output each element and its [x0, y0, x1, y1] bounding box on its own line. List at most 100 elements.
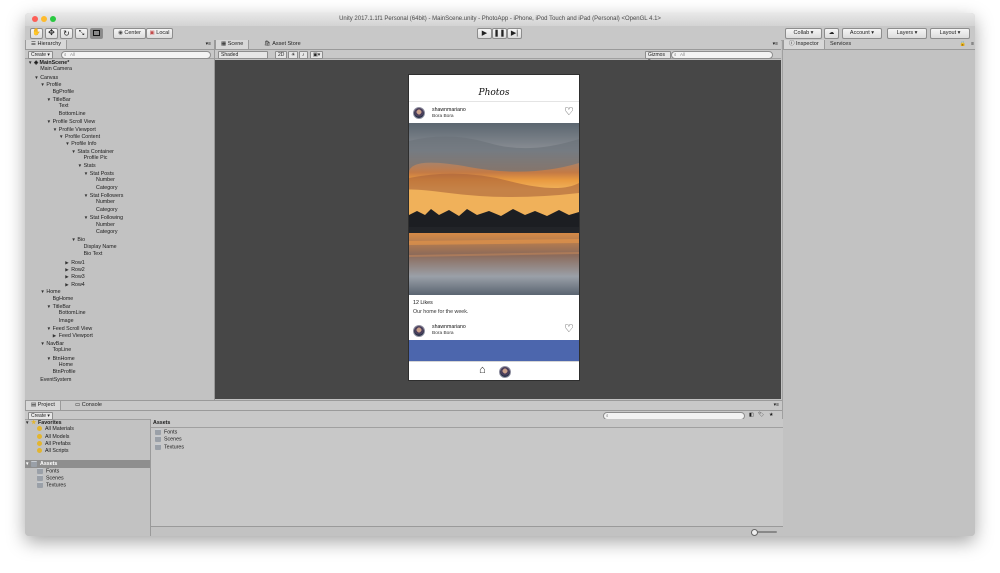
mode-2d-toggle[interactable]: 2D [275, 51, 288, 59]
hierarchy-item[interactable]: Main Camera [25, 66, 213, 73]
hierarchy-item[interactable]: Number [25, 177, 213, 184]
hierarchy-item[interactable]: ▶ Row4 [25, 281, 213, 288]
hierarchy-item[interactable]: Display Name [25, 244, 213, 251]
hierarchy-item[interactable]: Number [25, 199, 213, 206]
inspector-lock-icon[interactable]: 🔒 [960, 41, 966, 47]
hierarchy-item[interactable]: Home [25, 362, 213, 369]
scale-tool-button[interactable]: ⤡ [75, 28, 88, 39]
rect-tool-button[interactable] [90, 28, 103, 39]
hierarchy-item[interactable]: ▼ Home [25, 288, 213, 295]
hierarchy-item[interactable]: ▼ Feed Scroll View [25, 325, 213, 332]
hierarchy-item[interactable]: Category [25, 207, 213, 214]
hierarchy-item[interactable]: ▶ Row3 [25, 273, 213, 280]
gizmos-dropdown[interactable]: Gizmos ▾ [645, 51, 671, 64]
tab-inspector[interactable]: ⓘ Inspector [783, 40, 825, 49]
inspector-menu-icon[interactable]: ≡ [971, 41, 974, 47]
home-icon[interactable]: ⌂ [479, 365, 486, 376]
hierarchy-create-dropdown[interactable]: Create ▾ [28, 51, 53, 59]
hierarchy-item[interactable]: ▼ Profile Viewport [25, 126, 213, 133]
tab-asset-store[interactable]: 🛍 Asset Store [259, 40, 306, 49]
tab-project[interactable]: ▤ Project [25, 401, 61, 410]
lighting-toggle[interactable]: ☀ [288, 51, 299, 59]
hierarchy-item[interactable]: BgProfile [25, 89, 213, 96]
favorite-star-icon[interactable]: ★ [769, 412, 773, 418]
hierarchy-item[interactable]: Category [25, 229, 213, 236]
asset-folder[interactable]: Textures [25, 482, 150, 489]
hierarchy-item[interactable]: BottomLine [25, 310, 213, 317]
shading-mode-dropdown[interactable]: Shaded [218, 51, 268, 59]
hierarchy-item[interactable]: ▼ Canvas [25, 74, 213, 81]
grid-folder[interactable]: Scenes [155, 436, 184, 443]
hierarchy-item[interactable]: ▼ Profile Scroll View [25, 118, 213, 125]
hierarchy-item[interactable]: BottomLine [25, 111, 213, 118]
hierarchy-item[interactable]: Image [25, 318, 213, 325]
hierarchy-item[interactable]: ▼ Profile Info [25, 140, 213, 147]
collab-dropdown[interactable]: Collab ▾ [785, 28, 822, 39]
hierarchy-item[interactable]: Bio Text [25, 251, 213, 258]
pause-button[interactable]: ❚❚ [492, 28, 507, 39]
pivot-local-button[interactable]: ▣ Local [146, 28, 173, 39]
hierarchy-item[interactable]: Category [25, 185, 213, 192]
profile-avatar-icon[interactable] [499, 366, 511, 378]
project-menu-icon[interactable]: ▾≡ [774, 402, 779, 408]
account-dropdown[interactable]: Account ▾ [842, 28, 882, 39]
filter-type-icon[interactable]: ◧ [749, 412, 754, 418]
hierarchy-item[interactable]: TopLine [25, 347, 213, 354]
hierarchy-item[interactable]: ▶ Feed Viewport [25, 332, 213, 339]
step-button[interactable]: ▶| [507, 28, 522, 39]
hierarchy-item[interactable]: ▼ Stat Posts [25, 170, 213, 177]
audio-toggle[interactable]: ♪ [299, 51, 308, 59]
hand-tool-button[interactable]: ✋ [30, 28, 43, 39]
rotate-tool-button[interactable]: ↻ [60, 28, 73, 39]
hierarchy-search-input[interactable]: ⌕ All [61, 51, 211, 59]
scene-panel-menu-icon[interactable]: ▾≡ [773, 41, 778, 47]
hierarchy-item[interactable]: ▼ Stat Followers [25, 192, 213, 199]
slider-thumb[interactable] [751, 529, 758, 536]
hierarchy-item[interactable]: BtnProfile [25, 369, 213, 376]
heart-icon[interactable]: ♡ [564, 107, 574, 118]
layout-dropdown[interactable]: Layout ▾ [930, 28, 970, 39]
hierarchy-item[interactable]: Number [25, 222, 213, 229]
assets-root-row[interactable]: ▼ Assets [25, 460, 150, 468]
cloud-button[interactable]: ☁ [824, 28, 839, 39]
grid-folder[interactable]: Fonts [155, 429, 184, 436]
hierarchy-item[interactable]: ▼ Stats [25, 162, 213, 169]
hierarchy-item[interactable]: ▼ Profile [25, 81, 213, 88]
layers-dropdown[interactable]: Layers ▾ [887, 28, 927, 39]
favorite-item[interactable]: All Scripts [25, 448, 150, 455]
play-button[interactable]: ▶ [477, 28, 492, 39]
filter-label-icon[interactable]: 🏷 [758, 412, 764, 418]
hierarchy-item[interactable]: ▼ TitleBar [25, 303, 213, 310]
favorites-row[interactable]: ▼ ★ Favorites [25, 419, 150, 426]
favorite-item[interactable]: All Models [25, 434, 150, 441]
tab-scene[interactable]: ▦ Scene [215, 40, 250, 49]
hierarchy-item[interactable]: ▶ Row1 [25, 259, 213, 266]
asset-folder[interactable]: Fonts [25, 467, 150, 475]
tab-console[interactable]: ▭ Console [70, 401, 107, 410]
favorite-item[interactable]: All Materials [25, 426, 150, 433]
pivot-center-button[interactable]: ◉ Center [113, 28, 146, 39]
asset-folder[interactable]: Scenes [25, 475, 150, 482]
move-tool-button[interactable]: ✥ [45, 28, 58, 39]
effects-dropdown[interactable]: ▣▾ [310, 51, 324, 59]
hierarchy-item[interactable]: ▼ BtnHome [25, 355, 213, 362]
grid-folder[interactable]: Textures [155, 443, 184, 451]
hierarchy-item[interactable]: ▼ Stats Container [25, 148, 213, 155]
hierarchy-item[interactable]: ▼ TitleBar [25, 96, 213, 103]
icon-size-slider[interactable] [751, 529, 777, 536]
hierarchy-item[interactable]: ▼ NavBar [25, 340, 213, 347]
hierarchy-item[interactable]: ▼ Profile Content [25, 133, 213, 140]
project-breadcrumb[interactable]: Assets [153, 420, 170, 426]
hierarchy-item[interactable]: ▶ Row2 [25, 266, 213, 273]
heart-icon[interactable]: ♡ [564, 324, 574, 335]
favorite-item[interactable]: All Prefabs [25, 441, 150, 448]
hierarchy-item[interactable]: ▼ Stat Following [25, 214, 213, 221]
hierarchy-item[interactable]: Text [25, 103, 213, 110]
hierarchy-item[interactable]: EventSystem [25, 377, 213, 384]
tab-services[interactable]: Services [825, 40, 856, 49]
hierarchy-item[interactable]: ▼ Bio [25, 236, 213, 243]
scene-search-input[interactable]: ⌕ All [671, 51, 773, 59]
panel-menu-icon[interactable]: ▾≡ [206, 41, 211, 47]
hierarchy-item[interactable]: Profile Pic [25, 155, 213, 162]
tab-hierarchy[interactable]: ☰ Hierarchy [25, 40, 68, 49]
